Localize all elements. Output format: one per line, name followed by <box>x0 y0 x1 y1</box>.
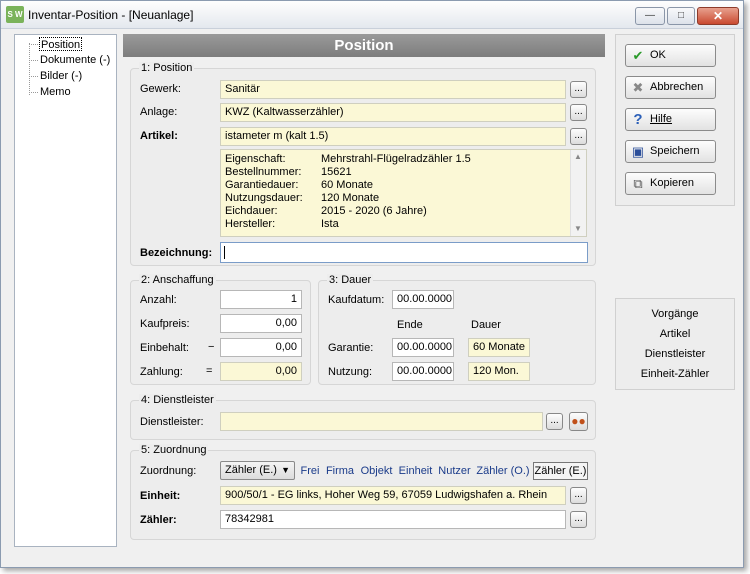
abbrechen-button[interactable]: ✖ Abbrechen <box>625 76 716 99</box>
zuordnung-group-title: 5: Zuordnung <box>139 444 209 456</box>
einheit-field[interactable]: 900/50/1 - EG links, Hoher Weg 59, 67059… <box>220 486 566 505</box>
nutzung-dauer-field: 120 Mon. <box>468 362 530 381</box>
zahlung-field: 0,00 <box>220 362 302 381</box>
kaufpreis-input[interactable]: 0,00 <box>220 314 302 333</box>
tree-item-bilder[interactable]: Bilder (-) <box>39 69 83 83</box>
main-panel: Position 1: Position Gewerk: Sanitär ...… <box>123 34 605 547</box>
equals-sign: = <box>206 365 213 377</box>
hilfe-button[interactable]: ? Hilfe <box>625 108 716 131</box>
zaehler-browse-button[interactable]: ... <box>570 511 587 528</box>
dienstleister-browse-button[interactable]: ... <box>546 413 563 430</box>
zaehler-field[interactable]: 78342981 <box>220 510 566 529</box>
dienstleister-field[interactable] <box>220 412 543 431</box>
anschaffung-group-title: 2: Anschaffung <box>139 274 216 286</box>
tree-item-memo[interactable]: Memo <box>39 85 72 99</box>
garantie-dauer-field: 60 Monate <box>468 338 530 357</box>
garantie-ende-input[interactable]: 00.00.0000 <box>392 338 454 357</box>
tree-connector <box>29 43 30 95</box>
copy-icon: ⧉ <box>633 176 643 191</box>
tab-einheit[interactable]: Einheit <box>397 462 434 480</box>
tree-connector <box>29 92 38 93</box>
maximize-button[interactable]: □ <box>667 7 695 25</box>
save-icon: ▣ <box>631 144 645 159</box>
link-artikel[interactable]: Artikel <box>616 328 734 340</box>
anzahl-label: Anzahl: <box>140 294 177 306</box>
action-panel: ✔ OK ✖ Abbrechen ? Hilfe ▣ Speichern ⧉ K… <box>615 34 735 206</box>
ok-button[interactable]: ✔ OK <box>625 44 716 67</box>
tree-connector <box>29 44 38 45</box>
link-einheit-zaehler[interactable]: Einheit-Zähler <box>616 368 734 380</box>
text-cursor <box>224 246 225 259</box>
related-links-panel: Vorgänge Artikel Dienstleister Einheit-Z… <box>615 298 735 390</box>
scroll-up-icon[interactable]: ▲ <box>574 152 582 161</box>
dienstleister-label: Dienstleister: <box>140 416 204 428</box>
kopieren-button[interactable]: ⧉ Kopieren <box>625 172 716 195</box>
einheit-label: Einheit: <box>140 490 181 502</box>
nutzung-ende-input[interactable]: 00.00.0000 <box>392 362 454 381</box>
minimize-button[interactable]: — <box>635 7 665 25</box>
tab-frei[interactable]: Frei <box>298 462 322 480</box>
zuordnung-label: Zuordnung: <box>140 465 197 477</box>
tab-zaehler-e[interactable]: Zähler (E.) <box>533 462 588 480</box>
tab-zaehler-o[interactable]: Zähler (O.) <box>475 462 531 480</box>
gewerk-field[interactable]: Sanitär <box>220 80 566 99</box>
tab-objekt[interactable]: Objekt <box>358 462 395 480</box>
title-bar: S W Inventar-Position - [Neuanlage] — □ … <box>1 1 743 29</box>
kaufdatum-label: Kaufdatum: <box>328 294 385 306</box>
position-group-title: 1: Position <box>139 62 195 74</box>
tree-item-position[interactable]: Position <box>39 37 83 51</box>
cancel-icon: ✖ <box>632 80 644 95</box>
anzahl-input[interactable]: 1 <box>220 290 302 309</box>
kaufpreis-label: Kaufpreis: <box>140 318 190 330</box>
anlage-browse-button[interactable]: ... <box>570 104 587 121</box>
people-icon[interactable]: ●● <box>569 412 588 431</box>
window-title: Inventar-Position - [Neuanlage] <box>28 8 194 22</box>
tab-nutzer[interactable]: Nutzer <box>436 462 473 480</box>
artikel-browse-button[interactable]: ... <box>570 128 587 145</box>
artikel-field[interactable]: istameter m (kalt 1.5) <box>220 127 566 146</box>
dauer-group-title: 3: Dauer <box>327 274 374 286</box>
app-icon: S W <box>6 6 24 23</box>
help-icon: ? <box>633 111 643 128</box>
ende-column-header: Ende <box>397 319 423 331</box>
tree-connector <box>29 60 38 61</box>
navigation-tree: Position Dokumente (-) Bilder (-) Memo <box>14 34 117 547</box>
anlage-field[interactable]: KWZ (Kaltwasserzähler) <box>220 103 566 122</box>
artikel-label: Artikel: <box>140 130 178 142</box>
zuordnung-select-value: Zähler (E.) <box>225 464 277 476</box>
page-title: Position <box>123 34 605 57</box>
gewerk-browse-button[interactable]: ... <box>570 81 587 98</box>
zahlung-label: Zahlung: <box>140 366 183 378</box>
close-button[interactable]: ✕ <box>697 7 739 25</box>
minus-sign: − <box>208 341 215 353</box>
link-vorgaenge[interactable]: Vorgänge <box>616 308 734 320</box>
zuordnung-select[interactable]: Zähler (E.) ▼ <box>220 461 295 480</box>
tab-firma[interactable]: Firma <box>324 462 356 480</box>
zaehler-label: Zähler: <box>140 514 177 526</box>
kaufdatum-input[interactable]: 00.00.0000 <box>392 290 454 309</box>
scroll-down-icon[interactable]: ▼ <box>574 224 582 233</box>
tree-item-dokumente[interactable]: Dokumente (-) <box>39 53 111 67</box>
einheit-browse-button[interactable]: ... <box>570 487 587 504</box>
chevron-down-icon: ▼ <box>281 465 290 475</box>
app-window: S W Inventar-Position - [Neuanlage] — □ … <box>0 0 744 568</box>
info-scrollbar[interactable]: ▲ ▼ <box>570 150 586 236</box>
link-dienstleister[interactable]: Dienstleister <box>616 348 734 360</box>
nutzung-label: Nutzung: <box>328 366 373 378</box>
garantie-label: Garantie: <box>328 342 374 354</box>
artikel-info-box: Eigenschaft: Mehrstrahl-Flügelradzähler 1… <box>220 149 587 237</box>
speichern-button[interactable]: ▣ Speichern <box>625 140 716 163</box>
check-icon: ✔ <box>632 48 644 63</box>
dauer-column-header: Dauer <box>471 319 501 331</box>
anlage-label: Anlage: <box>140 106 178 118</box>
gewerk-label: Gewerk: <box>140 83 181 95</box>
einbehalt-label: Einbehalt: <box>140 342 189 354</box>
dienstleister-group-title: 4: Dienstleister <box>139 394 216 406</box>
tree-connector <box>29 76 38 77</box>
einbehalt-input[interactable]: 0,00 <box>220 338 302 357</box>
bezeichnung-input[interactable] <box>220 242 588 263</box>
bezeichnung-label: Bezeichnung: <box>140 247 213 259</box>
